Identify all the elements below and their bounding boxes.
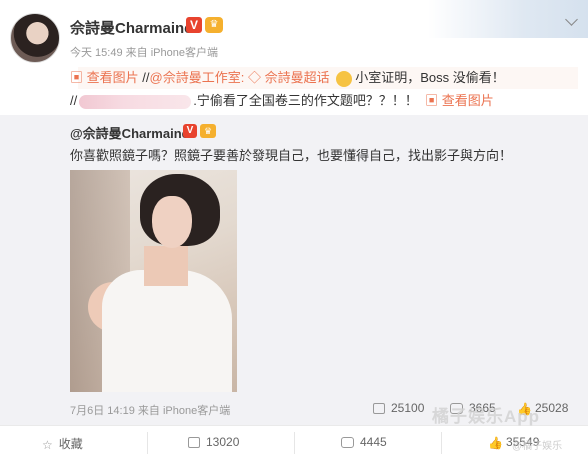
repost-icon: [188, 437, 200, 449]
post-time[interactable]: 今天 15:49: [70, 47, 123, 59]
divider: [441, 432, 442, 454]
forwarded-date[interactable]: 7月6日 14:19: [70, 405, 135, 417]
author-name[interactable]: 佘詩曼Charmaine: [70, 17, 193, 38]
emoji-icon: [336, 70, 353, 87]
post-photo[interactable]: [70, 170, 237, 392]
repost-separator: //: [70, 93, 78, 108]
watermark-brand: 橘子娱乐App: [432, 407, 541, 426]
post-source: 来自 iPhone客户端: [125, 47, 218, 59]
repost-count: 13020: [206, 435, 240, 449]
forwarded-text: 你喜歡照鏡子嗎？照鏡子要善於發現自己，也要懂得自己，找出影子與方向！: [70, 148, 513, 163]
collect-button[interactable]: ☆ 收藏: [42, 435, 83, 452]
post-text-line1: ▣ 查看图片 //@佘詩曼工作室: ◇ 佘詩曼超话 小室证明，Boss 没偷看！: [70, 66, 575, 89]
post-meta: 今天 15:49 来自 iPhone客户端: [70, 44, 218, 60]
photo-dress: [102, 270, 232, 392]
image-icon: ▣: [425, 93, 439, 108]
star-icon: ☆: [42, 437, 53, 452]
watermark-sub: @橘子娱乐: [512, 441, 563, 452]
photo-face: [152, 196, 192, 248]
crown-icon: ♛: [200, 124, 216, 138]
repost-button[interactable]: 13020: [188, 435, 239, 449]
post-text: .宁偷看了全国卷三的作文题吧？？！！: [193, 93, 418, 108]
photo-neck: [144, 246, 188, 286]
image-icon: ▣: [70, 70, 84, 85]
view-image-link[interactable]: 查看图片: [442, 93, 494, 108]
verified-badge: V: [183, 124, 197, 138]
blurred-mention: [79, 94, 192, 109]
post-text: 小室证明，Boss 没偷看！: [355, 70, 505, 85]
comment-button[interactable]: 4445: [341, 435, 387, 449]
forwarded-source: 来自 iPhone客户端: [137, 405, 231, 417]
super-topic-link[interactable]: 佘詩曼超话: [265, 70, 330, 85]
like-icon: 👍: [488, 435, 503, 450]
comment-icon: [341, 437, 354, 449]
divider: [294, 432, 295, 454]
super-topic-icon: ◇: [247, 70, 261, 85]
verified-badge: V: [186, 17, 202, 33]
repost-separator: //: [142, 70, 150, 85]
repost-icon: [373, 403, 385, 415]
collect-label: 收藏: [58, 437, 83, 451]
forwarded-repost-count: 25100: [391, 401, 425, 415]
forwarded-meta: 7月6日 14:19 来自 iPhone客户端: [70, 402, 230, 418]
forwarded-repost[interactable]: 25100: [373, 401, 424, 415]
avatar[interactable]: [10, 13, 60, 63]
view-image-link[interactable]: 查看图片: [87, 70, 139, 85]
post-text-line2: // .宁偷看了全国卷三的作文题吧？？！！ ▣ 查看图片: [70, 89, 575, 112]
mention-studio[interactable]: @佘詩曼工作室:: [150, 70, 245, 85]
divider: [147, 432, 148, 454]
comment-count: 4445: [360, 435, 387, 449]
crown-icon: ♛: [205, 17, 223, 33]
forwarded-author[interactable]: @佘詩曼Charmaine: [70, 123, 189, 142]
